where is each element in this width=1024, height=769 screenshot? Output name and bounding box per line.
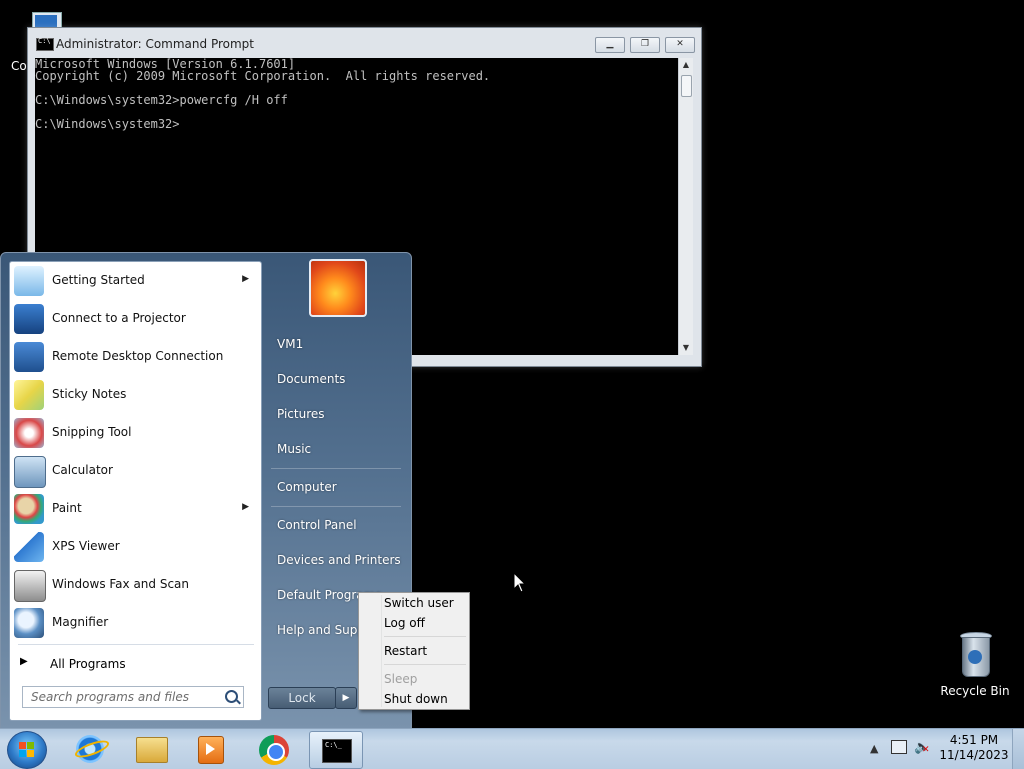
start-link-pictures[interactable]: Pictures: [277, 407, 325, 421]
scroll-thumb[interactable]: [681, 75, 692, 97]
taskbar-command-prompt[interactable]: C:\_: [309, 731, 363, 769]
maximize-icon: ❐: [640, 39, 650, 49]
taskbar-windows-explorer[interactable]: [124, 731, 176, 767]
recycle-bin-icon: [958, 632, 992, 677]
menu-item-shut-down[interactable]: Shut down: [384, 692, 448, 706]
command-prompt-icon: [36, 37, 54, 51]
submenu-arrow-icon: ▶: [242, 502, 249, 512]
console-line: C:\Windows\system32>powercfg /H off: [35, 93, 288, 107]
mouse-cursor-icon: [514, 573, 526, 593]
xps-viewer-icon: [14, 532, 44, 562]
program-xps-viewer[interactable]: XPS Viewer: [10, 528, 261, 566]
windows-logo-icon: [19, 742, 35, 758]
close-icon: ✕: [676, 39, 684, 49]
network-icon[interactable]: [891, 740, 907, 754]
taskbar-internet-explorer[interactable]: [64, 731, 116, 767]
window-titlebar[interactable]: Administrator: Command Prompt ▁ ❐ ✕: [28, 28, 701, 58]
minimize-button[interactable]: ▁: [595, 37, 625, 53]
taskbar: C:\_ ▲ 🔈 ✕ 4:51 PM 11/14/2023: [0, 728, 1024, 769]
show-hidden-icons-arrow-icon[interactable]: ▲: [870, 742, 878, 755]
clock-date: 11/14/2023: [939, 748, 1009, 762]
taskbar-media-player[interactable]: [184, 731, 236, 767]
divider: [384, 664, 466, 665]
divider: [271, 506, 401, 507]
fax-scan-icon: [14, 570, 46, 602]
menu-item-switch-user[interactable]: Switch user: [384, 596, 454, 610]
maximize-button[interactable]: ❐: [630, 37, 660, 53]
projector-icon: [14, 304, 44, 334]
program-calculator[interactable]: Calculator: [10, 452, 261, 490]
console-line: C:\Windows\system32>: [35, 117, 180, 131]
program-getting-started[interactable]: Getting Started ▶: [10, 262, 261, 300]
search-placeholder: Search programs and files: [31, 690, 189, 704]
windows-explorer-icon: [136, 737, 168, 763]
start-link-devices-printers[interactable]: Devices and Printers: [277, 553, 401, 567]
program-paint[interactable]: Paint ▶: [10, 490, 261, 528]
close-button[interactable]: ✕: [665, 37, 695, 53]
menu-item-sleep: Sleep: [384, 672, 418, 686]
power-options-menu: Switch user Log off Restart Sleep Shut d…: [358, 592, 470, 710]
paint-icon: [14, 494, 44, 524]
show-desktop-button[interactable]: [1012, 729, 1024, 769]
program-connect-to-projector[interactable]: Connect to a Projector: [10, 300, 261, 338]
start-menu: Getting Started ▶ Connect to a Projector…: [0, 252, 412, 730]
search-input[interactable]: Search programs and files: [22, 686, 244, 708]
power-options-arrow-icon[interactable]: ▶: [335, 687, 357, 709]
getting-started-icon: [14, 266, 44, 296]
start-menu-programs-pane: Getting Started ▶ Connect to a Projector…: [9, 261, 262, 721]
divider: [271, 468, 401, 469]
submenu-arrow-icon: ▶: [242, 274, 249, 284]
all-programs-button[interactable]: ▶ All Programs: [10, 650, 261, 678]
clock-time: 4:51 PM: [949, 733, 999, 747]
window-title: Administrator: Command Prompt: [56, 37, 254, 51]
lock-button[interactable]: Lock: [268, 687, 336, 709]
calculator-icon: [14, 456, 46, 488]
program-remote-desktop[interactable]: Remote Desktop Connection: [10, 338, 261, 376]
scroll-down-arrow-icon[interactable]: ▼: [679, 341, 693, 355]
program-snipping-tool[interactable]: Snipping Tool: [10, 414, 261, 452]
program-fax-and-scan[interactable]: Windows Fax and Scan: [10, 566, 261, 604]
snipping-tool-icon: [14, 418, 44, 448]
start-button[interactable]: [7, 731, 47, 769]
user-picture-avatar[interactable]: [309, 259, 367, 317]
vertical-scrollbar[interactable]: ▲ ▼: [678, 58, 693, 355]
scroll-up-arrow-icon[interactable]: ▲: [679, 58, 693, 72]
menu-item-log-off[interactable]: Log off: [384, 616, 425, 630]
console-line: Copyright (c) 2009 Microsoft Corporation…: [35, 69, 491, 83]
divider: [18, 644, 254, 645]
start-link-user[interactable]: VM1: [277, 337, 303, 351]
divider: [384, 636, 466, 637]
system-clock[interactable]: 4:51 PM 11/14/2023: [938, 733, 1010, 763]
desktop-icon-label: Co: [11, 59, 27, 73]
taskbar-chrome[interactable]: [248, 731, 300, 767]
search-icon[interactable]: [225, 690, 238, 703]
start-link-documents[interactable]: Documents: [277, 372, 345, 386]
command-prompt-icon: C:\_: [322, 739, 352, 763]
all-programs-label: All Programs: [50, 657, 126, 671]
menu-gutter: [381, 595, 382, 707]
program-sticky-notes[interactable]: Sticky Notes: [10, 376, 261, 414]
start-link-control-panel[interactable]: Control Panel: [277, 518, 357, 532]
desktop-icon-label: Recycle Bin: [940, 684, 1010, 698]
sticky-notes-icon: [14, 380, 44, 410]
volume-muted-icon[interactable]: 🔈 ✕: [914, 740, 930, 755]
arrow-right-icon: ▶: [20, 656, 28, 667]
start-link-music[interactable]: Music: [277, 442, 311, 456]
minimize-icon: ▁: [606, 39, 614, 49]
remote-desktop-icon: [14, 342, 44, 372]
start-link-computer[interactable]: Computer: [277, 480, 337, 494]
magnifier-icon: [14, 608, 44, 638]
menu-item-restart[interactable]: Restart: [384, 644, 427, 658]
desktop-icon-recycle-bin[interactable]: Recycle Bin: [940, 632, 1010, 698]
program-magnifier[interactable]: Magnifier: [10, 604, 261, 642]
